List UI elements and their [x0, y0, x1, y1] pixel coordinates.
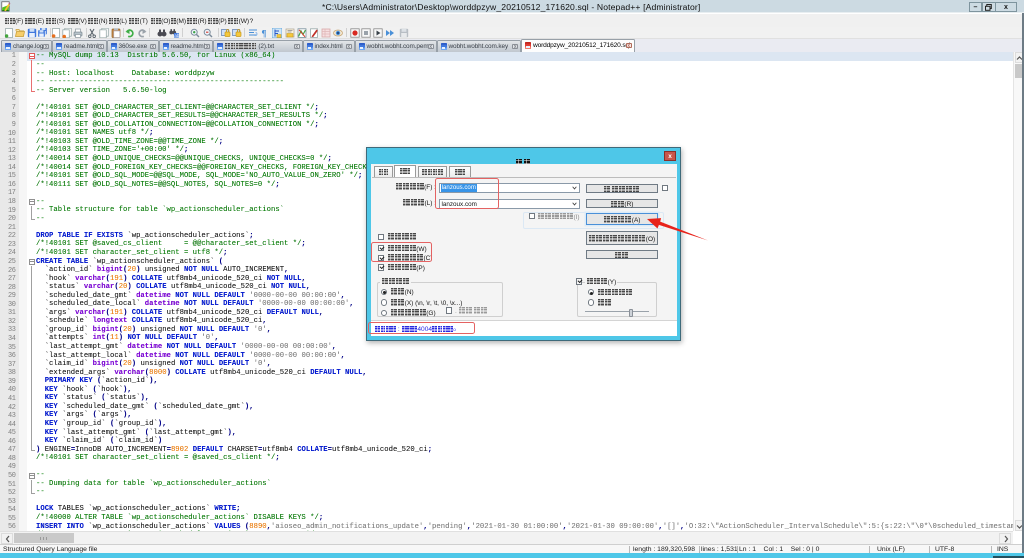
- svg-text:ab: ab: [175, 33, 180, 38]
- svg-text:¶: ¶: [261, 28, 266, 38]
